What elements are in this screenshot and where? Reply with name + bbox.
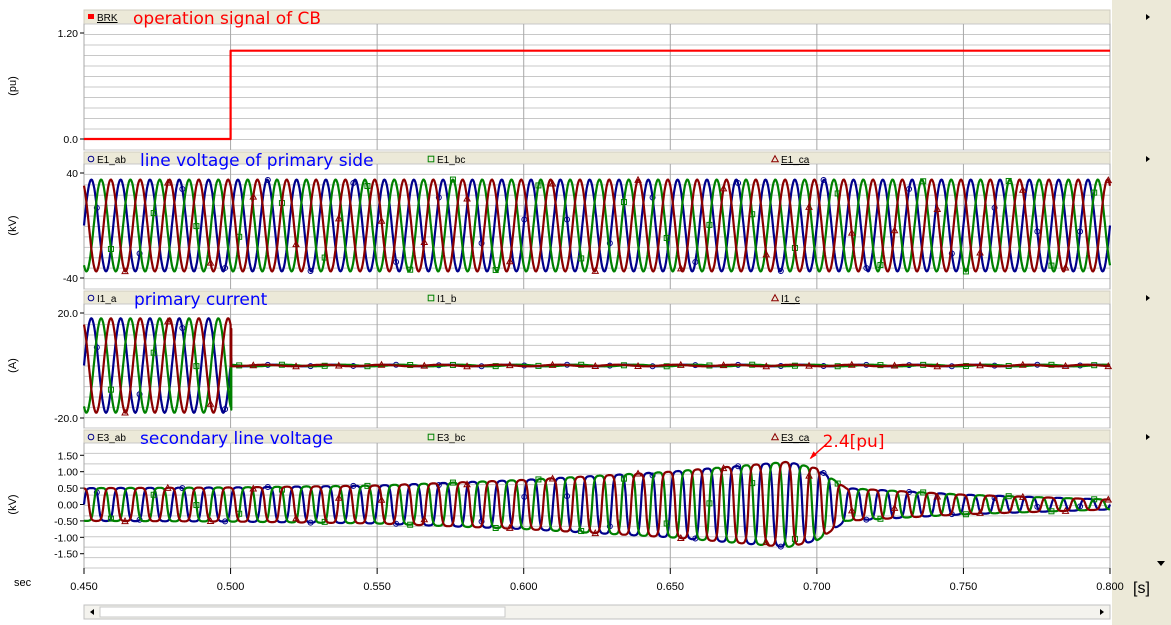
legend-marker <box>88 14 94 19</box>
scroll-thumb[interactable] <box>99 606 506 618</box>
legend-label: BRK <box>97 13 118 24</box>
y-tick-label: 20.0 <box>58 308 79 320</box>
y-tick-label: 0.00 <box>58 500 79 512</box>
panel-brk: 0.0 1.20 (pu) BRK operation signal of CB <box>7 9 1150 151</box>
y-tick-label: 0.0 <box>63 134 78 146</box>
panel-e1: -40 40 (kV) E1_ab E1_bc E1_ca line voltage of … <box>7 151 1150 290</box>
legend-label: E3_ab <box>97 433 126 444</box>
x-tick-label: 0.800 <box>1096 581 1124 593</box>
y-axis-label: (A) <box>7 358 19 373</box>
horizontal-scrollbar[interactable] <box>83 604 1111 620</box>
legend-label: E3_ca <box>781 433 810 444</box>
y-tick-label: -1.00 <box>54 532 78 544</box>
y-tick-label: 40 <box>66 168 78 180</box>
x-tick-label: 0.500 <box>217 581 245 593</box>
legend-label: I1_a <box>97 294 117 305</box>
y-tick-label: 1.20 <box>58 28 79 40</box>
right-frame <box>1112 0 1171 625</box>
y-tick-label: -20.0 <box>54 413 78 425</box>
panel-e3: -1.50 -1.00 -0.50 0.00 0.50 1.00 1.50 (kV) E3_ab… <box>7 429 1150 569</box>
x-tick-label: 0.450 <box>70 581 98 593</box>
y-tick-label: 1.50 <box>58 450 79 462</box>
legend-label: I1_c <box>781 294 800 305</box>
chart-annotation: primary current <box>134 290 268 310</box>
vertical-scroll-down-button[interactable] <box>1155 558 1167 568</box>
x-tick-label: 0.750 <box>950 581 978 593</box>
legend-label: E1_ab <box>97 155 126 166</box>
chart-annotation: secondary line voltage <box>140 429 333 449</box>
x-tick-label: 0.600 <box>510 581 538 593</box>
y-tick-label: 1.00 <box>58 467 79 479</box>
y-axis-label: (kV) <box>7 215 19 235</box>
x-tick-label: 0.700 <box>803 581 831 593</box>
y-tick-label: -1.50 <box>54 549 78 561</box>
peak-annotation: 2.4[pu] <box>823 432 885 452</box>
chart-annotation: operation signal of CB <box>133 9 321 29</box>
x-unit-bracket: [s] <box>1133 580 1150 597</box>
legend-label: E3_bc <box>437 433 465 444</box>
x-tick-label: 0.550 <box>363 581 391 593</box>
legend-label: E1_bc <box>437 155 465 166</box>
legend-label: I1_b <box>437 294 457 305</box>
y-tick-label: -0.50 <box>54 516 78 528</box>
y-tick-label: 0.50 <box>58 483 79 495</box>
x-unit-label: sec <box>14 577 32 589</box>
y-tick-label: -40 <box>63 273 78 285</box>
y-axis-label: (kV) <box>7 494 19 514</box>
y-axis-label: (pu) <box>7 76 19 96</box>
panel-i1: -20.0 20.0 (A) I1_a I1_b I1_c primary current <box>7 290 1150 429</box>
waveform-viewer: 0.0 1.20 (pu) BRK operation signal of CB -40 4… <box>0 0 1171 625</box>
x-tick-label: 0.650 <box>657 581 685 593</box>
legend-label: E1_ca <box>781 155 810 166</box>
chart-annotation: line voltage of primary side <box>140 151 374 171</box>
